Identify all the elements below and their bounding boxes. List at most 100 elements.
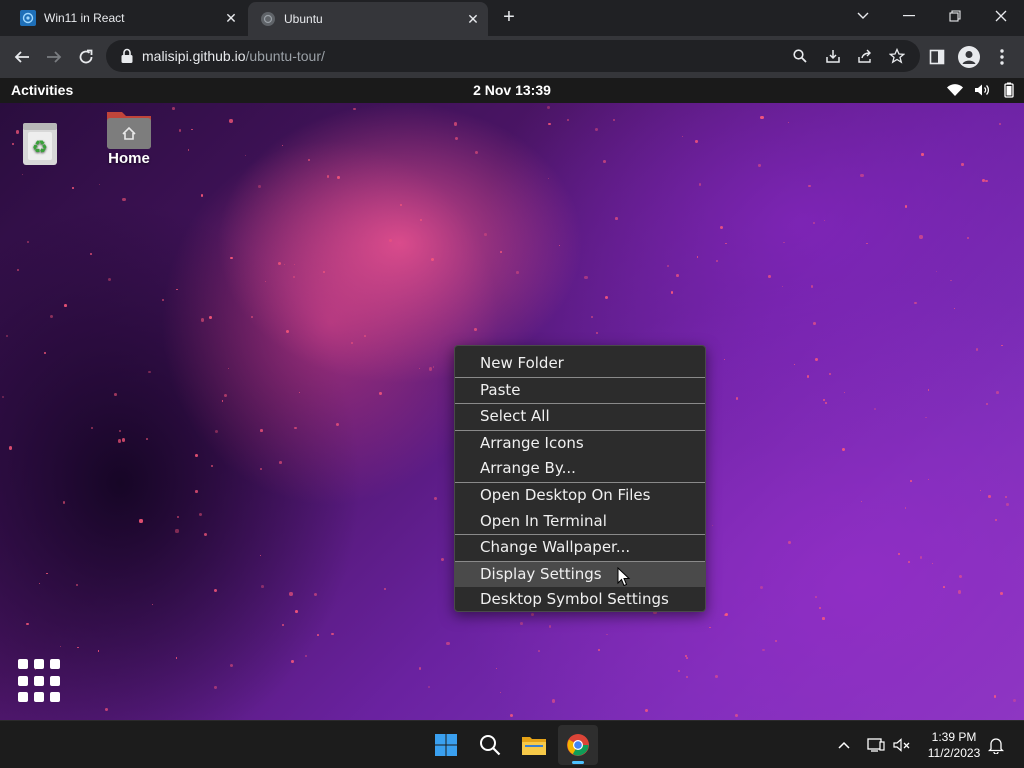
- wallpaper-speck: [966, 236, 970, 240]
- top-bar-clock[interactable]: 2 Nov 13:39: [0, 82, 1024, 98]
- windows-taskbar: 1:39 PM 11/2/2023: [0, 720, 1024, 768]
- wallpaper-speck: [698, 183, 701, 186]
- wifi-icon[interactable]: [946, 82, 964, 98]
- wallpaper-speck: [813, 322, 816, 326]
- desktop-icon-trash[interactable]: ♻: [20, 119, 60, 167]
- tab-close-icon[interactable]: ✕: [222, 9, 240, 27]
- menu-item-select-all[interactable]: Select All: [455, 404, 705, 430]
- profile-avatar-icon[interactable]: [956, 44, 982, 70]
- wallpaper-speck: [612, 118, 615, 121]
- lock-icon[interactable]: [120, 48, 134, 64]
- taskbar-file-explorer[interactable]: [514, 725, 554, 765]
- url-text[interactable]: malisipi.github.io/ubuntu-tour/: [142, 48, 325, 64]
- wallpaper-speck: [794, 364, 796, 366]
- wallpaper-speck: [735, 396, 739, 400]
- tab-win11-in-react[interactable]: Win11 in React ✕: [0, 4, 246, 32]
- wallpaper-speck: [762, 649, 765, 652]
- close-window-icon[interactable]: [978, 0, 1024, 32]
- share-icon[interactable]: [855, 46, 875, 66]
- wallpaper-speck: [530, 612, 534, 616]
- volume-muted-icon[interactable]: [892, 735, 912, 755]
- taskbar-search-button[interactable]: [470, 725, 510, 765]
- tab-close-icon[interactable]: ✕: [464, 10, 482, 28]
- menu-item-desktop-symbol-settings[interactable]: Desktop Symbol Settings: [455, 587, 705, 613]
- wallpaper-speck: [566, 119, 569, 121]
- side-panel-icon[interactable]: [924, 44, 950, 70]
- restore-icon[interactable]: [932, 0, 978, 32]
- wallpaper-speck: [418, 368, 420, 370]
- wallpaper-speck: [418, 667, 422, 670]
- forward-arrow-icon[interactable]: [40, 43, 68, 71]
- reload-icon[interactable]: [72, 43, 100, 71]
- start-button[interactable]: [426, 725, 466, 765]
- wallpaper-speck: [667, 265, 669, 267]
- wallpaper-speck: [921, 153, 924, 156]
- wallpaper-speck: [594, 128, 599, 132]
- wallpaper-speck: [760, 585, 764, 589]
- desktop-icon-home[interactable]: Home: [104, 106, 154, 167]
- wallpaper-speck: [430, 257, 435, 262]
- bookmark-star-icon[interactable]: [887, 46, 907, 66]
- wallpaper-speck: [2, 395, 5, 398]
- wallpaper-speck: [260, 584, 264, 588]
- wallpaper-speck: [822, 398, 825, 402]
- wallpaper-speck: [483, 232, 487, 236]
- wallpaper-speck: [1000, 592, 1003, 595]
- wallpaper-speck: [866, 242, 868, 245]
- wallpaper-speck: [201, 318, 205, 322]
- wallpaper-speck: [89, 253, 92, 256]
- wallpaper-speck: [670, 291, 674, 294]
- wallpaper-speck: [697, 256, 699, 258]
- wallpaper-speck: [644, 708, 648, 712]
- wallpaper-speck: [279, 461, 282, 464]
- menu-item-display-settings[interactable]: Display Settings: [455, 561, 705, 588]
- taskbar-clock[interactable]: 1:39 PM 11/2/2023: [920, 729, 988, 761]
- menu-item-arrange-by[interactable]: Arrange By...: [455, 456, 705, 482]
- wallpaper-speck: [908, 560, 911, 563]
- more-menu-icon[interactable]: [989, 44, 1015, 70]
- minimize-icon[interactable]: [886, 0, 932, 32]
- wallpaper-speck: [446, 641, 450, 645]
- tab-ubuntu[interactable]: Ubuntu ✕: [248, 2, 488, 36]
- menu-item-open-in-terminal[interactable]: Open In Terminal: [455, 509, 705, 535]
- wallpaper-speck: [187, 149, 190, 151]
- wallpaper-speck: [686, 676, 689, 679]
- wallpaper-speck: [725, 242, 727, 245]
- menu-item-open-desktop-on-files[interactable]: Open Desktop On Files: [455, 483, 705, 509]
- wallpaper-speck: [400, 203, 403, 206]
- wallpaper-speck: [720, 225, 724, 229]
- menu-item-new-folder[interactable]: New Folder: [455, 351, 705, 377]
- wallpaper-speck: [227, 367, 230, 370]
- volume-icon[interactable]: [973, 82, 991, 98]
- wallpaper-speck: [808, 185, 811, 188]
- wallpaper-speck: [286, 330, 290, 334]
- search-icon[interactable]: [790, 46, 810, 66]
- menu-item-change-wallpaper[interactable]: Change Wallpaper...: [455, 535, 705, 561]
- battery-icon[interactable]: [1000, 82, 1018, 98]
- menu-item-paste[interactable]: Paste: [455, 378, 705, 404]
- wallpaper-speck: [295, 610, 298, 614]
- show-applications-grid-icon[interactable]: [18, 659, 62, 703]
- wallpaper-speck: [1006, 502, 1010, 506]
- notification-bell-icon[interactable]: [986, 735, 1006, 755]
- back-arrow-icon[interactable]: [8, 43, 36, 71]
- network-icon[interactable]: [866, 735, 886, 755]
- address-bar[interactable]: malisipi.github.io/ubuntu-tour/: [106, 40, 920, 72]
- wallpaper-speck: [603, 159, 607, 163]
- wallpaper-speck: [229, 663, 233, 667]
- wallpaper-speck: [474, 150, 479, 154]
- taskbar-chrome[interactable]: [558, 725, 598, 765]
- new-tab-button[interactable]: +: [498, 6, 520, 28]
- install-app-icon[interactable]: [823, 46, 843, 66]
- show-hidden-icons-chevron-icon[interactable]: [834, 735, 854, 755]
- wallpaper-speck: [62, 501, 66, 505]
- wallpaper-speck: [229, 119, 233, 123]
- wallpaper-speck: [500, 250, 503, 253]
- wallpaper-speck: [122, 197, 126, 202]
- wallpaper-speck: [326, 175, 330, 178]
- menu-item-arrange-icons[interactable]: Arrange Icons: [455, 431, 705, 457]
- tab-search-chevron-icon[interactable]: [840, 0, 886, 32]
- wallpaper-speck: [547, 177, 549, 180]
- wallpaper-speck: [213, 588, 218, 593]
- wallpaper-speck: [810, 285, 814, 288]
